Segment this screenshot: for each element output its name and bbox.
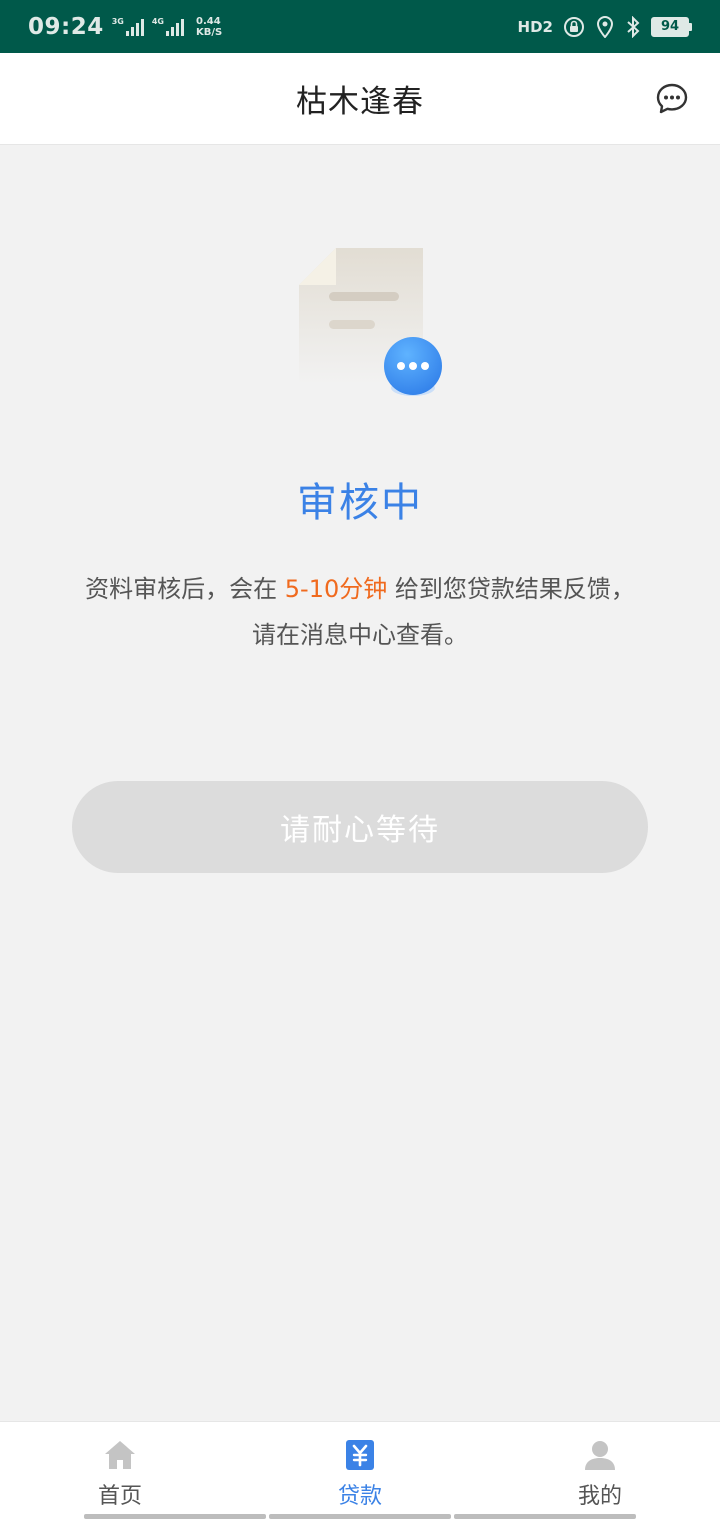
tab-mine-label: 我的	[577, 1484, 622, 1509]
battery-level: 94	[651, 16, 689, 37]
home-icon	[105, 1441, 135, 1469]
message-button[interactable]	[654, 81, 690, 117]
status-left: 09:24 3G 4G 0.44 KB/S	[28, 14, 222, 40]
tab-home-label: 首页	[97, 1484, 142, 1509]
bluetooth-icon	[627, 15, 640, 38]
gesture-bar-segment	[454, 1514, 636, 1519]
page-title: 枯木逢春	[296, 84, 424, 120]
document-pending-illustration	[299, 248, 442, 396]
battery-tip	[689, 22, 692, 31]
description-line-1: 资料审核后，会在 5-10分钟 给到您贷款结果反馈，	[40, 566, 680, 612]
signal-bars-icon	[125, 19, 144, 36]
gesture-bar-segment	[269, 1514, 451, 1519]
status-right: HD2 94	[517, 15, 692, 38]
network-speed: 0.44 KB/S	[196, 16, 222, 38]
battery-indicator: 94	[651, 16, 692, 37]
tab-loan[interactable]: 贷款	[240, 1422, 480, 1520]
signal-3g: 3G	[112, 17, 144, 36]
gesture-bar	[84, 1514, 636, 1519]
signal-4g: 4G	[152, 17, 184, 36]
status-bar: 09:24 3G 4G 0.44 KB/S HD2 94	[0, 0, 720, 53]
speed-value: 0.44	[196, 15, 221, 27]
description-before: 资料审核后，会在	[85, 575, 285, 603]
tab-mine[interactable]: 我的	[480, 1422, 720, 1520]
yuan-icon	[346, 1440, 374, 1470]
bottom-tab-bar: 首页 贷款 我的	[0, 1421, 720, 1520]
description-after: 给到您贷款结果反馈，	[387, 575, 635, 603]
status-time: 09:24	[28, 13, 104, 40]
wait-button[interactable]: 请耐心等待	[72, 781, 648, 873]
description-line-2: 请在消息中心查看。	[252, 621, 468, 649]
tab-home[interactable]: 首页	[0, 1422, 240, 1520]
signal-bars-icon	[166, 19, 184, 36]
review-status-title: 审核中	[297, 480, 423, 526]
chat-bubble-icon	[656, 83, 688, 114]
net-type-3g: 3G	[111, 17, 124, 26]
review-description: 资料审核后，会在 5-10分钟 给到您贷款结果反馈， 请在消息中心查看。	[40, 566, 680, 658]
net-type-4g: 4G	[151, 17, 164, 26]
tab-loan-label: 贷款	[337, 1484, 382, 1509]
app-header: 枯木逢春	[0, 53, 720, 145]
time-highlight: 5-10分钟	[284, 575, 388, 603]
gesture-bar-segment	[84, 1514, 266, 1519]
hd-voice-indicator: HD2	[517, 17, 553, 36]
user-icon	[585, 1441, 615, 1470]
location-icon	[596, 15, 614, 38]
rotation-lock-icon	[564, 16, 584, 37]
speed-unit: KB/S	[196, 26, 223, 38]
